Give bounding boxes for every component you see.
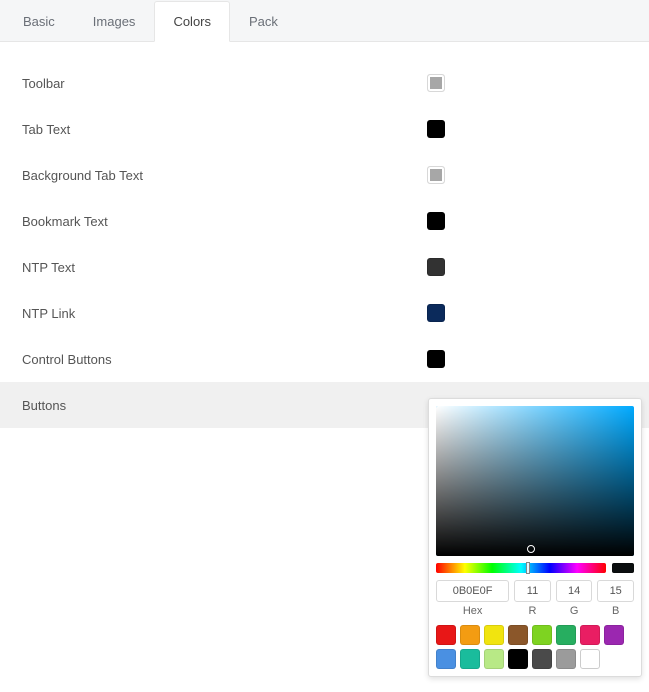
palette-chip[interactable] (556, 625, 576, 645)
hex-label: Hex (463, 605, 483, 617)
palette-chip[interactable] (508, 625, 528, 645)
color-picker: Hex R G B (428, 398, 642, 677)
palette-chip[interactable] (436, 625, 456, 645)
color-row-label: Toolbar (22, 76, 427, 91)
palette-chip[interactable] (532, 649, 552, 669)
palette-chip[interactable] (484, 649, 504, 669)
color-settings-panel: Toolbar Tab Text Background Tab Text Bookma… (0, 42, 649, 428)
color-swatch-ntp-link[interactable] (427, 304, 445, 322)
color-row-ntp-link: NTP Link (0, 290, 649, 336)
palette-chip[interactable] (532, 625, 552, 645)
palette-chip[interactable] (508, 649, 528, 669)
palette-chip[interactable] (484, 625, 504, 645)
sv-handle[interactable] (527, 545, 535, 553)
color-row-label: Bookmark Text (22, 214, 427, 229)
hue-slider[interactable] (436, 563, 606, 573)
color-row-bookmark-text: Bookmark Text (0, 198, 649, 244)
b-label: B (612, 605, 619, 617)
color-swatch-bookmark-text[interactable] (427, 212, 445, 230)
palette-chip[interactable] (460, 625, 480, 645)
color-row-label: Buttons (22, 398, 427, 413)
palette-chip[interactable] (604, 625, 624, 645)
color-row-control-buttons: Control Buttons (0, 336, 649, 382)
color-swatch-toolbar[interactable] (427, 74, 445, 92)
color-row-toolbar: Toolbar (0, 60, 649, 106)
r-input[interactable] (514, 580, 551, 602)
palette-chip[interactable] (436, 649, 456, 669)
color-swatch-control-buttons[interactable] (427, 350, 445, 368)
r-label: R (529, 605, 537, 617)
saturation-value-area[interactable] (436, 406, 634, 556)
current-color-preview (612, 563, 634, 573)
tab-colors[interactable]: Colors (154, 1, 230, 42)
b-input[interactable] (597, 580, 634, 602)
color-row-background-tab-text: Background Tab Text (0, 152, 649, 198)
g-label: G (570, 605, 579, 617)
tab-bar: BasicImagesColorsPack (0, 0, 649, 42)
preset-palette (436, 625, 634, 669)
hex-input[interactable] (436, 580, 509, 602)
color-row-ntp-text: NTP Text (0, 244, 649, 290)
g-input[interactable] (556, 580, 593, 602)
palette-chip[interactable] (580, 625, 600, 645)
color-row-label: Background Tab Text (22, 168, 427, 183)
color-row-label: Control Buttons (22, 352, 427, 367)
hue-handle[interactable] (526, 562, 530, 574)
tab-pack[interactable]: Pack (230, 0, 297, 41)
color-row-label: Tab Text (22, 122, 427, 137)
tab-basic[interactable]: Basic (4, 0, 74, 41)
color-row-tab-text: Tab Text (0, 106, 649, 152)
palette-chip[interactable] (460, 649, 480, 669)
color-swatch-ntp-text[interactable] (427, 258, 445, 276)
color-swatch-tab-text[interactable] (427, 120, 445, 138)
palette-chip[interactable] (580, 649, 600, 669)
color-row-label: NTP Link (22, 306, 427, 321)
color-row-label: NTP Text (22, 260, 427, 275)
tab-images[interactable]: Images (74, 0, 155, 41)
color-swatch-background-tab-text[interactable] (427, 166, 445, 184)
palette-chip[interactable] (556, 649, 576, 669)
